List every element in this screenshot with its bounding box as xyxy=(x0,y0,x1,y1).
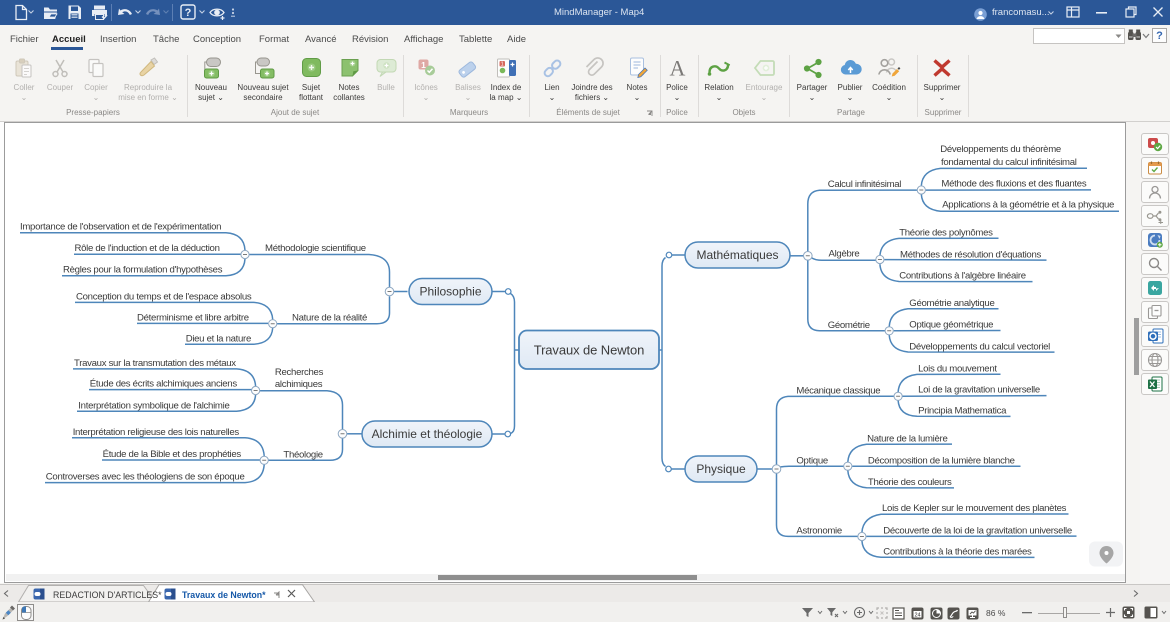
svg-text:Déterminisme et libre arbitre: Déterminisme et libre arbitre xyxy=(137,312,249,323)
svg-text:Lois de Kepler sur le mouvemen: Lois de Kepler sur le mouvement des plan… xyxy=(882,503,1067,514)
svg-text:Nature de la réalité: Nature de la réalité xyxy=(292,312,367,323)
svg-text:Optique géométrique: Optique géométrique xyxy=(909,320,993,331)
svg-text:Loi de la gravitation universe: Loi de la gravitation universelle xyxy=(918,385,1040,396)
svg-text:Principia Mathematica: Principia Mathematica xyxy=(918,406,1007,417)
svg-text:Interprétation religieuse des: Interprétation religieuse des lois natur… xyxy=(73,427,240,438)
svg-text:alchimiques: alchimiques xyxy=(275,379,323,390)
svg-text:Règles pour la formulation d'h: Règles pour la formulation d'hypothèses xyxy=(63,265,223,276)
svg-text:Philosophie: Philosophie xyxy=(419,285,481,299)
svg-text:Astronomie: Astronomie xyxy=(796,525,842,536)
svg-text:Dieu et la nature: Dieu et la nature xyxy=(186,333,251,344)
svg-text:Mathématiques: Mathématiques xyxy=(696,248,778,262)
svg-text:Théorie des polynômes: Théorie des polynômes xyxy=(899,227,993,238)
svg-text:24: 24 xyxy=(914,613,920,619)
svg-text:Controverses avec les théologi: Controverses avec les théologiens de son… xyxy=(46,471,245,482)
svg-text:Importance de l'observation et: Importance de l'observation et de l'expé… xyxy=(20,222,221,233)
svg-text:Nature de la lumière: Nature de la lumière xyxy=(867,433,947,444)
svg-text:Géométrie analytique: Géométrie analytique xyxy=(909,298,994,309)
svg-text:Contributions à l'algèbre liné: Contributions à l'algèbre linéaire xyxy=(899,271,1026,282)
svg-text:Interprétation symbolique de l: Interprétation symbolique de l'alchimie xyxy=(78,400,229,411)
svg-text:Algèbre: Algèbre xyxy=(829,249,860,260)
svg-text:Développements du calcul vecto: Développements du calcul vectoriel xyxy=(909,341,1050,352)
svg-text:Méthodes de résolution d'équat: Méthodes de résolution d'équations xyxy=(900,250,1041,261)
svg-text:Conception du temps et de l'es: Conception du temps et de l'espace absol… xyxy=(76,292,252,303)
svg-text:Méthode des fluxions et des fl: Méthode des fluxions et des fluantes xyxy=(941,179,1086,190)
svg-text:Théologie: Théologie xyxy=(283,450,322,461)
svg-text:Contributions à la théorie des: Contributions à la théorie des marées xyxy=(883,547,1032,558)
svg-text:Alchimie et théologie: Alchimie et théologie xyxy=(372,427,483,441)
svg-text:Physique: Physique xyxy=(696,462,746,476)
svg-text:Rôle de l'induction et de la d: Rôle de l'induction et de la déduction xyxy=(75,243,220,254)
svg-text:Lois du mouvement: Lois du mouvement xyxy=(918,363,997,374)
svg-text:Mécanique classique: Mécanique classique xyxy=(796,386,880,397)
svg-text:Géométrie: Géométrie xyxy=(828,320,870,331)
svg-text:Décomposition de la lumière bl: Décomposition de la lumière blanche xyxy=(868,455,1015,466)
svg-text:Découverte de la loi de la gra: Découverte de la loi de la gravitation u… xyxy=(883,525,1072,536)
svg-text:Étude de la Bible et des proph: Étude de la Bible et des prophéties xyxy=(103,449,242,460)
svg-text:Travaux de Newton: Travaux de Newton xyxy=(534,343,645,358)
svg-text:fondamental du calcul infinité: fondamental du calcul infinitésimal xyxy=(941,157,1077,168)
svg-text:Étude des écrits alchimiques a: Étude des écrits alchimiques anciens xyxy=(90,378,238,389)
svg-text:Travaux sur la transmutation d: Travaux sur la transmutation des métaux xyxy=(74,358,236,369)
svg-text:Recherches: Recherches xyxy=(275,367,324,378)
svg-text:Développements du théorème: Développements du théorème xyxy=(940,144,1061,155)
svg-text:Méthodologie scientifique: Méthodologie scientifique xyxy=(265,243,366,254)
svg-text:Calcul infinitésimal: Calcul infinitésimal xyxy=(828,179,902,190)
svg-text:Applications à la géométrie et: Applications à la géométrie et à la phys… xyxy=(942,199,1114,210)
svg-text:Optique: Optique xyxy=(796,455,828,466)
svg-text:Théorie des couleurs: Théorie des couleurs xyxy=(868,477,952,488)
